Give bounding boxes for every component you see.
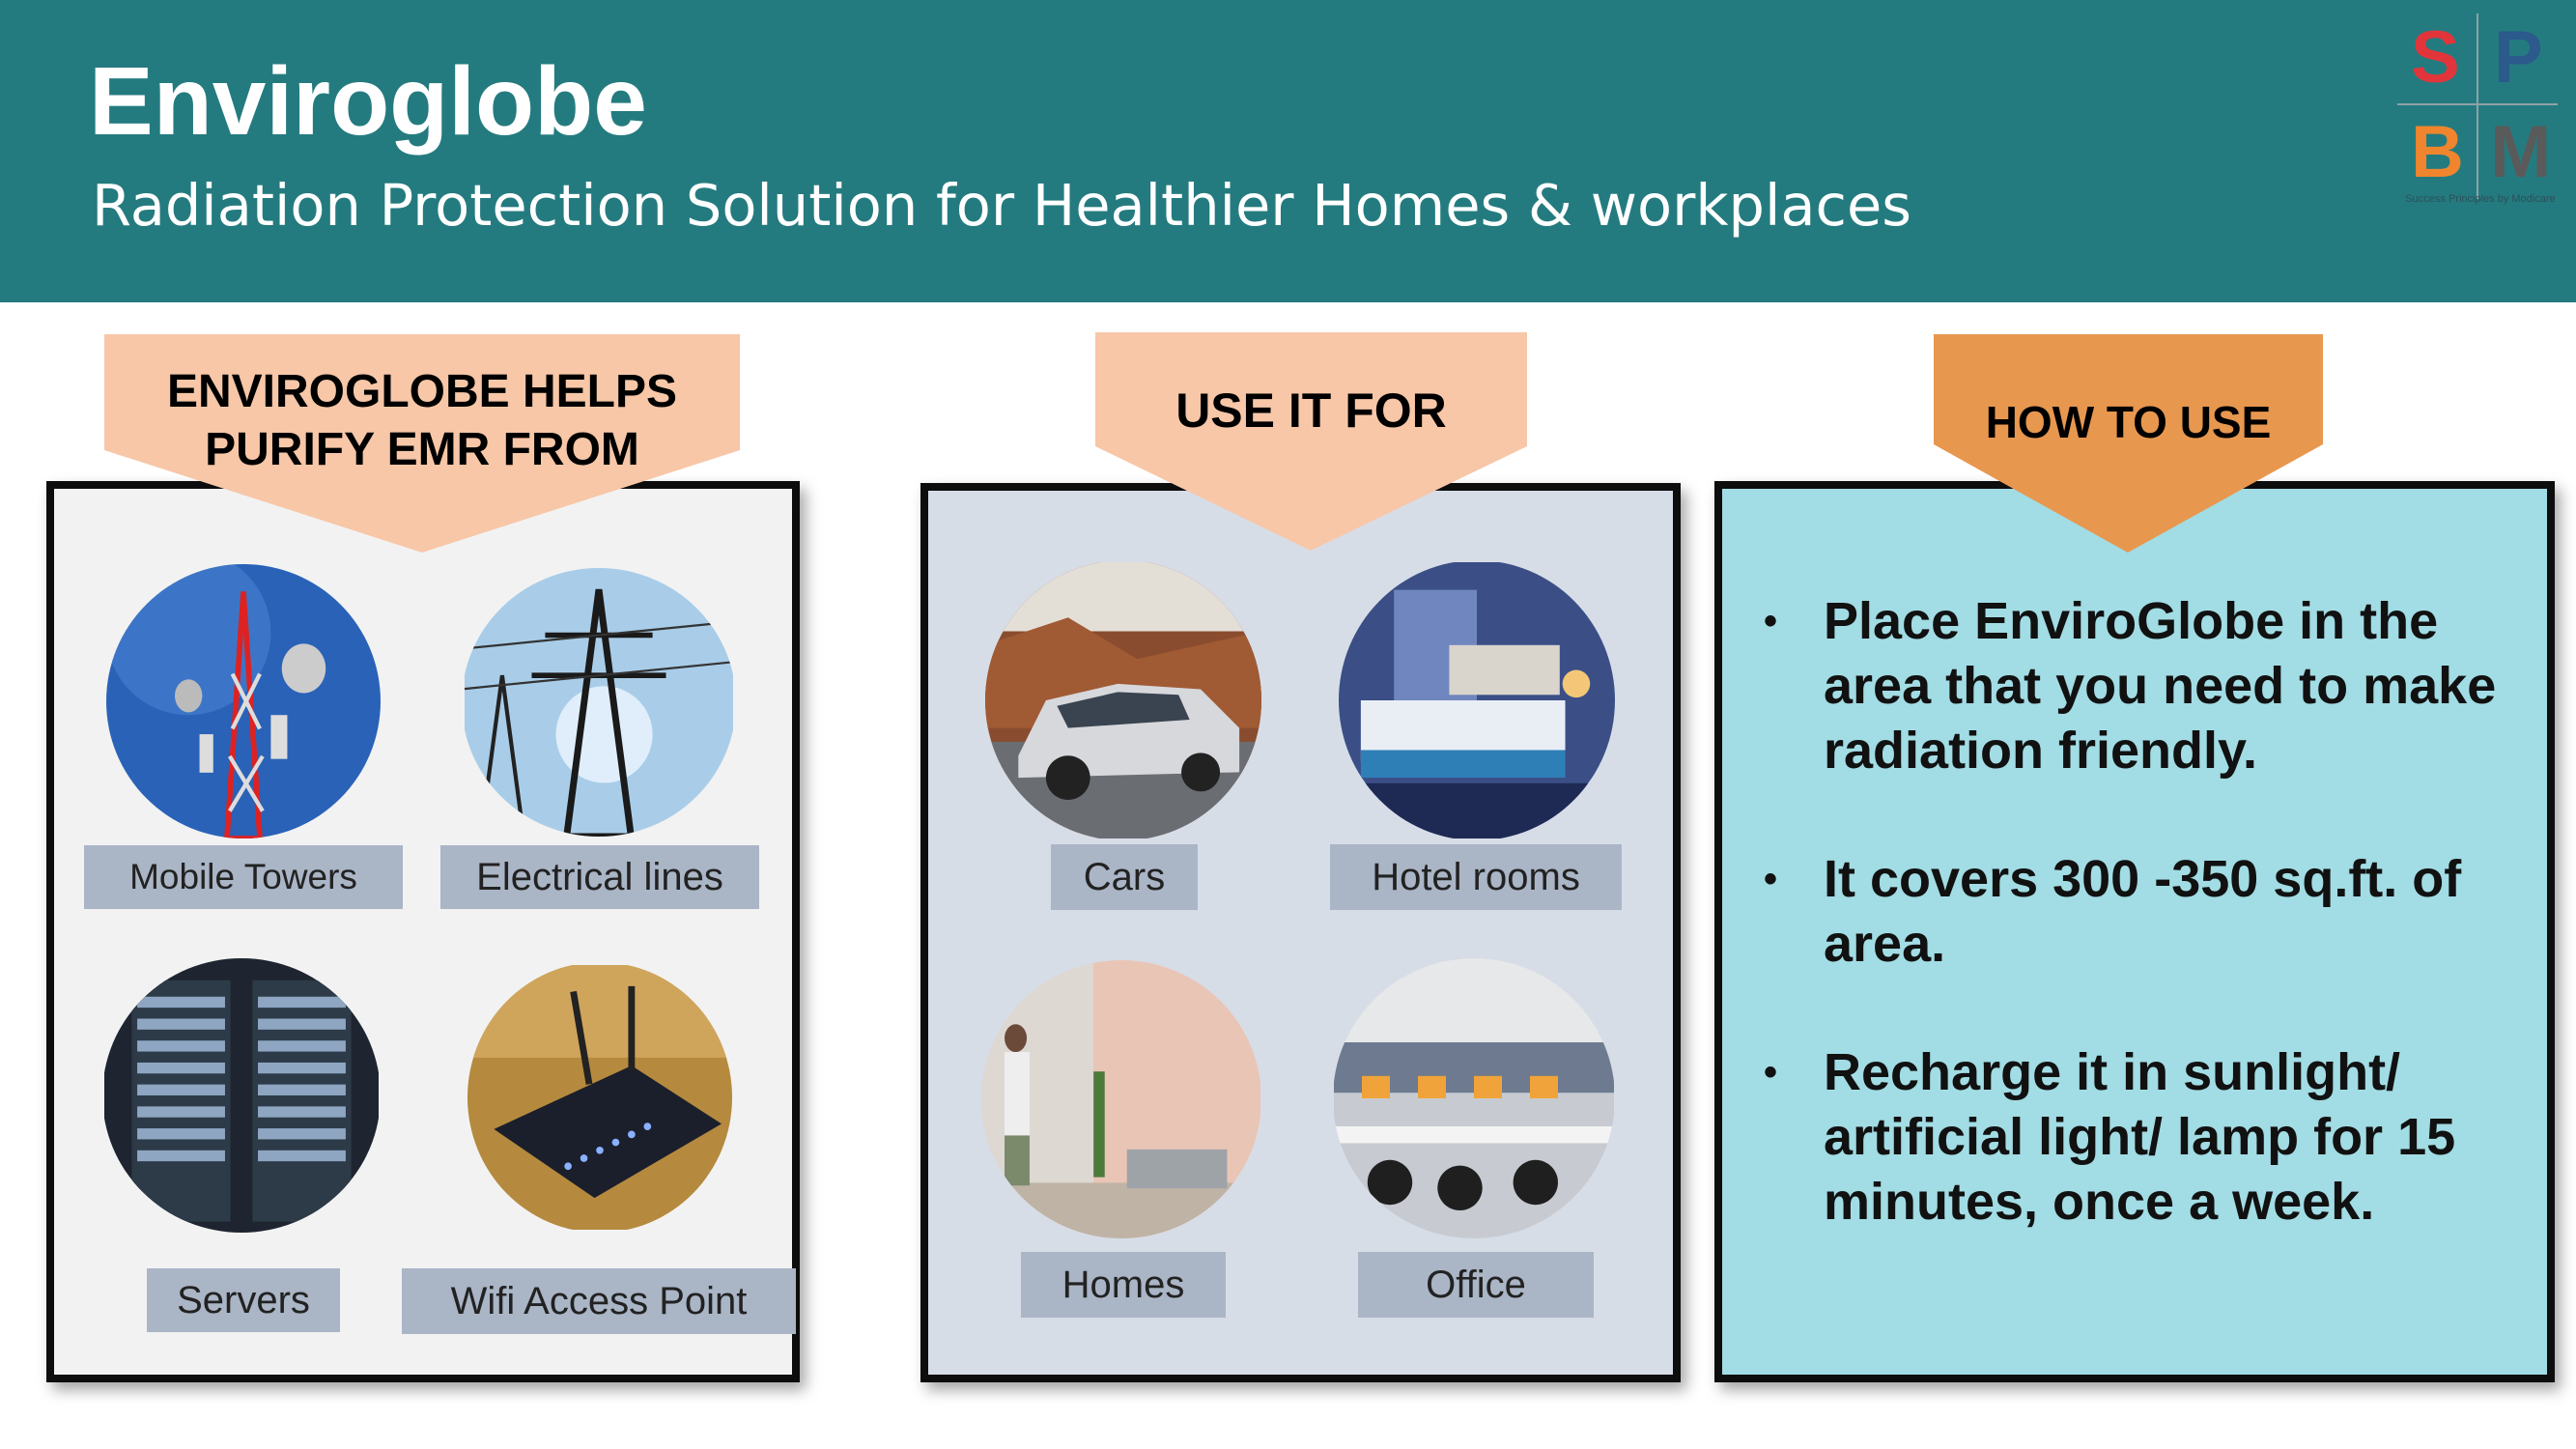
electrical-lines-image [462, 568, 736, 837]
logo-divider-vertical [2477, 14, 2478, 199]
mobile-tower-icon [106, 564, 381, 838]
bullet-text: It covers 300 -350 sq.ft. of area. [1824, 850, 2462, 973]
hotel-room-image [1339, 560, 1615, 840]
label-mobile-towers: Mobile Towers [84, 845, 403, 909]
logo-letter-p: P [2494, 16, 2543, 99]
bullet-item: • It covers 300 -350 sq.ft. of area. [1764, 847, 2517, 977]
label-wifi-access-point: Wifi Access Point [402, 1268, 796, 1334]
home-image [981, 960, 1261, 1238]
mobile-tower-image [106, 564, 381, 838]
power-pylon-icon [464, 568, 734, 837]
bullet-marker: • [1764, 600, 1778, 642]
bullet-marker: • [1764, 1051, 1778, 1094]
office-icon [1334, 958, 1614, 1238]
label-homes: Homes [1021, 1252, 1226, 1318]
office-image [1333, 958, 1615, 1238]
bullet-marker: • [1764, 858, 1778, 900]
how-to-bullet-list: • Place EnviroGlobe in the area that you… [1764, 589, 2517, 1298]
banner-purify: ENVIROGLOBE HELPS PURIFY EMR FROM [104, 363, 740, 479]
wifi-router-icon [467, 965, 732, 1230]
label-hotel-rooms: Hotel rooms [1330, 844, 1622, 910]
logo-letter-m: M [2490, 111, 2552, 193]
bullet-item: • Recharge it in sunlight/ artificial li… [1764, 1040, 2517, 1235]
label-servers: Servers [147, 1268, 340, 1332]
server-rack-icon [104, 958, 379, 1233]
banner-how-to: HOW TO USE [1985, 397, 2272, 447]
logo-letter-b: B [2411, 111, 2464, 193]
logo-divider-horizontal [2397, 103, 2558, 105]
servers-image [102, 958, 381, 1233]
label-office: Office [1358, 1252, 1594, 1318]
banner-use-for-arrow [1095, 332, 1527, 551]
header-bar: Enviroglobe Radiation Protection Solutio… [0, 0, 2576, 302]
page-subtitle: Radiation Protection Solution for Health… [92, 172, 1912, 239]
page-title: Enviroglobe [89, 47, 647, 156]
bullet-item: • Place EnviroGlobe in the area that you… [1764, 589, 2517, 783]
home-icon [982, 960, 1260, 1238]
banner-use-for: USE IT FOR [1175, 384, 1447, 438]
spbm-logo: S P B M Success Principles by Modicare [2384, 10, 2569, 213]
bed-icon [1339, 562, 1615, 838]
banner-purify-line-1: ENVIROGLOBE HELPS [166, 366, 678, 417]
logo-letter-s: S [2411, 16, 2460, 99]
bullet-text: Recharge it in sunlight/ artificial ligh… [1824, 1043, 2456, 1231]
bullet-text: Place EnviroGlobe in the area that you n… [1824, 592, 2497, 780]
label-electrical-lines: Electrical lines [440, 845, 759, 909]
label-cars: Cars [1051, 844, 1198, 910]
wifi-router-image [467, 962, 732, 1233]
banner-purify-line-2: PURIFY EMR FROM [205, 424, 639, 475]
car-image [985, 560, 1261, 840]
logo-tagline: Success Principles by Modicare [2405, 193, 2556, 205]
car-icon [985, 562, 1261, 838]
